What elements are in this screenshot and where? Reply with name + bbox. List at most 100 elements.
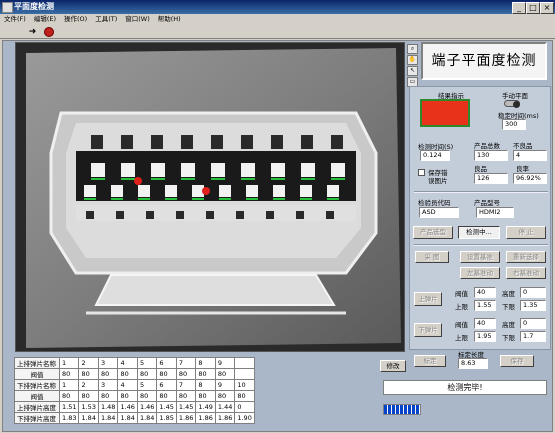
table-cell[interactable]: 80 xyxy=(214,368,236,380)
table-cell[interactable]: 1.86 xyxy=(175,412,197,424)
table-cell[interactable]: 1.84 xyxy=(136,412,158,424)
table-cell[interactable]: 5 xyxy=(136,379,158,391)
table-cell[interactable] xyxy=(234,368,255,380)
table-cell[interactable]: 80 xyxy=(214,390,236,402)
table-cell[interactable]: 1 xyxy=(58,379,80,391)
pointer-icon[interactable]: ↖ xyxy=(407,66,418,76)
table-cell[interactable]: 1.85 xyxy=(156,412,177,424)
table-cell[interactable]: 2 xyxy=(78,357,99,369)
zoom-icon[interactable]: ⌕ xyxy=(407,44,418,54)
table-cell[interactable]: 80 xyxy=(97,390,119,402)
menu-window[interactable]: 窗口(W) xyxy=(121,14,154,25)
table-cell[interactable]: 1.86 xyxy=(195,412,216,424)
table-cell[interactable]: 1.84 xyxy=(78,412,99,424)
table-cell[interactable]: 1.51 xyxy=(58,401,80,413)
table-cell[interactable]: 0 xyxy=(234,401,255,413)
table-cell[interactable]: 80 xyxy=(78,390,99,402)
table-cell[interactable]: 7 xyxy=(175,379,197,391)
table-cell[interactable]: 1.48 xyxy=(97,401,119,413)
lower-limit-field[interactable]: 1.35 xyxy=(520,300,546,311)
lower-lower-limit-field[interactable]: 1.7 xyxy=(520,331,546,342)
inspector-field[interactable]: ASD xyxy=(419,207,459,218)
table-cell[interactable]: 1.49 xyxy=(195,401,216,413)
table-cell[interactable]: 6 xyxy=(156,357,177,369)
table-cell[interactable]: 80 xyxy=(58,368,80,380)
table-cell[interactable]: 80 xyxy=(156,368,177,380)
menu-operate[interactable]: 操作(O) xyxy=(60,14,91,25)
table-cell[interactable]: 1.44 xyxy=(214,401,236,413)
table-cell[interactable]: 8 xyxy=(195,379,216,391)
table-cell[interactable]: 80 xyxy=(156,390,177,402)
table-cell[interactable]: 80 xyxy=(195,368,216,380)
reselect-button[interactable]: 重新选择 xyxy=(506,251,546,263)
table-cell[interactable]: 80 xyxy=(58,390,80,402)
lower-upper-limit-field[interactable]: 1.95 xyxy=(474,331,496,342)
table-cell[interactable]: 2 xyxy=(78,379,99,391)
table-cell[interactable]: 1.90 xyxy=(234,412,255,424)
menu-file[interactable]: 文件(F) xyxy=(0,14,30,25)
stop-button[interactable]: 停 止 xyxy=(506,226,546,239)
table-cell[interactable]: 80 xyxy=(195,390,216,402)
table-cell[interactable]: 80 xyxy=(175,368,197,380)
table-cell[interactable]: 80 xyxy=(175,390,197,402)
table-cell[interactable]: 7 xyxy=(175,357,197,369)
table-cell[interactable]: 1.46 xyxy=(136,401,158,413)
minimize-button[interactable]: _ xyxy=(512,2,526,14)
menu-edit[interactable]: 编辑(E) xyxy=(30,14,60,25)
table-cell[interactable]: 1.84 xyxy=(97,412,119,424)
table-cell[interactable]: 4 xyxy=(117,357,138,369)
table-cell[interactable]: 6 xyxy=(156,379,177,391)
table-cell[interactable]: 1 xyxy=(58,357,80,369)
table-cell[interactable]: 9 xyxy=(214,357,236,369)
table-cell[interactable]: 10 xyxy=(234,379,255,391)
menu-tools[interactable]: 工具(T) xyxy=(91,14,121,25)
table-cell[interactable]: 1.86 xyxy=(214,412,236,424)
table-cell[interactable]: 80 xyxy=(234,390,255,402)
lower-spring-button[interactable]: 下弹片 xyxy=(414,323,442,337)
table-cell[interactable]: 80 xyxy=(136,390,158,402)
calibration-field[interactable]: 8.63 xyxy=(458,358,488,369)
left-move-button[interactable]: 左基准动 xyxy=(460,267,500,279)
menu-help[interactable]: 帮助(H) xyxy=(154,14,185,25)
upper-threshold-field[interactable]: 40 xyxy=(474,287,496,298)
abort-stop-icon[interactable] xyxy=(42,26,55,38)
table-cell[interactable]: 8 xyxy=(195,357,216,369)
select-product-button[interactable]: 产品选型 xyxy=(413,226,453,239)
save-button[interactable]: 保存 xyxy=(500,355,534,367)
capture-button[interactable]: 采 图 xyxy=(415,251,449,263)
modify-button[interactable]: 修改 xyxy=(380,360,406,372)
detecting-button[interactable]: 检测中... xyxy=(458,226,500,239)
delay-field[interactable]: 300 xyxy=(502,119,526,130)
hand-icon[interactable]: ✋ xyxy=(407,55,418,65)
table-cell[interactable]: 1.45 xyxy=(175,401,197,413)
product-field[interactable]: HDMI2 xyxy=(476,207,514,218)
table-cell[interactable]: 3 xyxy=(97,357,119,369)
table-cell[interactable]: 1.45 xyxy=(156,401,177,413)
lower-threshold-field[interactable]: 40 xyxy=(474,318,496,329)
table-cell[interactable]: 4 xyxy=(117,379,138,391)
maximize-button[interactable]: □ xyxy=(526,2,540,14)
table-cell[interactable]: 80 xyxy=(117,368,138,380)
table-cell[interactable]: 9 xyxy=(214,379,236,391)
run-arrow-icon[interactable]: ➜ xyxy=(26,26,39,38)
manual-toggle[interactable] xyxy=(504,100,520,108)
upper-spring-button[interactable]: 上弹片 xyxy=(414,292,442,306)
calibrate-button[interactable]: 标定 xyxy=(414,355,446,367)
table-cell[interactable]: 1.53 xyxy=(78,401,99,413)
table-cell[interactable]: 80 xyxy=(117,390,138,402)
upper-height-field[interactable]: 0 xyxy=(520,287,546,298)
save-bad-checkbox[interactable] xyxy=(418,169,425,176)
table-cell[interactable] xyxy=(234,357,255,369)
lower-height-field[interactable]: 0 xyxy=(520,318,546,329)
upper-limit-field[interactable]: 1.55 xyxy=(474,300,496,311)
close-button[interactable]: × xyxy=(540,2,554,14)
table-cell[interactable]: 80 xyxy=(97,368,119,380)
table-cell[interactable]: 1.46 xyxy=(117,401,138,413)
table-cell[interactable]: 1.84 xyxy=(117,412,138,424)
set-baseline-button[interactable]: 设置基准 xyxy=(460,251,500,263)
table-cell[interactable]: 3 xyxy=(97,379,119,391)
camera-view[interactable] xyxy=(15,42,405,352)
table-cell[interactable]: 1.83 xyxy=(58,412,80,424)
table-cell[interactable]: 80 xyxy=(136,368,158,380)
right-move-button[interactable]: 右基准动 xyxy=(506,267,546,279)
